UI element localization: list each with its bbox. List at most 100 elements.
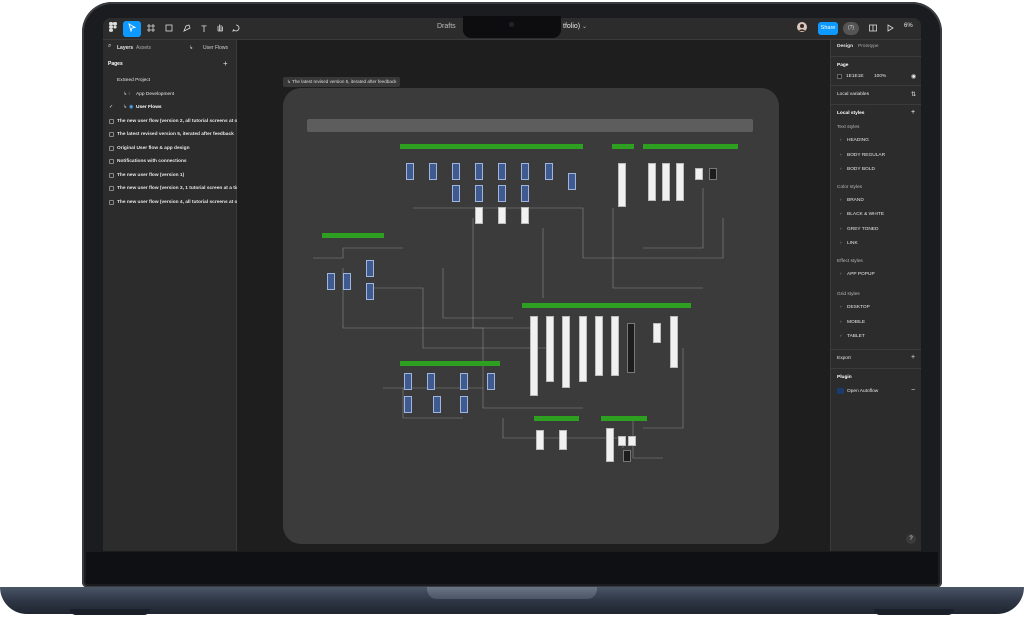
user-avatar-badge[interactable]: (?) [843, 22, 859, 35]
plugin-row[interactable]: Open Autoflow − [831, 385, 921, 399]
screen-thumbnail[interactable] [460, 373, 468, 390]
section-header-bar[interactable] [534, 416, 579, 421]
section-header-bar[interactable] [400, 361, 500, 366]
board-description-note[interactable] [307, 119, 753, 132]
screen-thumbnail[interactable] [404, 396, 412, 413]
screen-thumbnail[interactable] [429, 163, 437, 180]
style-item[interactable]: › BODY BOLD [831, 163, 921, 178]
screen-thumbnail[interactable] [521, 163, 529, 180]
screen-thumbnail[interactable] [460, 396, 468, 413]
page-item[interactable]: The new user flow (version 1) [103, 169, 236, 183]
screen-thumbnail[interactable] [648, 163, 656, 201]
screen-thumbnail[interactable] [427, 373, 435, 390]
screen-thumbnail[interactable] [366, 260, 374, 277]
hand-tool-icon[interactable] [214, 21, 226, 37]
section-header-bar[interactable] [522, 303, 691, 308]
screen-thumbnail[interactable] [327, 273, 335, 290]
section-header-bar[interactable] [601, 416, 647, 421]
screen-thumbnail[interactable] [498, 207, 506, 224]
eye-icon[interactable]: ◉ [911, 73, 916, 80]
screen-thumbnail[interactable] [662, 163, 670, 201]
screen-thumbnail[interactable] [343, 273, 351, 290]
style-item[interactable]: › APP POPUP [831, 268, 921, 283]
move-tool-icon[interactable] [123, 21, 141, 37]
share-button[interactable]: Share [818, 22, 838, 35]
add-style-icon[interactable]: + [911, 109, 915, 116]
screen-thumbnail[interactable] [606, 428, 614, 462]
screen-thumbnail[interactable] [545, 163, 553, 180]
screen-thumbnail[interactable] [530, 316, 538, 396]
screen-thumbnail[interactable] [559, 430, 567, 450]
frame-tool-icon[interactable] [144, 21, 158, 37]
screen-thumbnail[interactable] [676, 163, 684, 201]
screen-thumbnail[interactable] [487, 373, 495, 390]
local-variables-row[interactable]: Local variables ⇅ [831, 88, 921, 102]
page-item-selected[interactable]: ✓ ↳ ◉ User Flows [103, 101, 236, 115]
screen-thumbnail[interactable] [498, 185, 506, 202]
design-canvas[interactable]: ↳ The latest revised version 5, iterated… [237, 40, 830, 551]
page-item[interactable]: ExSeed Project [103, 74, 236, 88]
screen-thumbnail[interactable] [406, 163, 414, 180]
chevron-down-icon[interactable]: ⌄ [582, 23, 587, 30]
screen-thumbnail[interactable] [452, 185, 460, 202]
shape-tool-icon[interactable] [162, 21, 176, 37]
tab-layers[interactable]: Layers [117, 45, 133, 51]
style-item[interactable]: › MOBILE [831, 316, 921, 331]
screen-thumbnail[interactable] [579, 316, 587, 382]
screen-thumbnail[interactable] [562, 316, 570, 388]
screen-thumbnail[interactable] [627, 323, 635, 373]
section-header-bar[interactable] [322, 233, 384, 238]
present-icon[interactable] [884, 21, 896, 37]
screen-thumbnail[interactable] [628, 436, 636, 446]
tab-assets[interactable]: Assets [136, 45, 151, 51]
style-item[interactable]: › LINK [831, 237, 921, 252]
page-item[interactable]: The new user flow (version 2, all tutori… [103, 115, 244, 129]
screen-thumbnail[interactable] [366, 283, 374, 300]
style-item[interactable]: › TABLET [831, 330, 921, 345]
figma-menu-icon[interactable] [106, 21, 120, 37]
screen-thumbnail[interactable] [623, 450, 631, 462]
screen-thumbnail[interactable] [536, 430, 544, 450]
style-item[interactable]: › DESKTOP [831, 301, 921, 316]
add-page-icon[interactable]: + [223, 59, 228, 68]
page-selector[interactable]: User Flows [203, 45, 228, 51]
remove-plugin-icon[interactable]: − [911, 387, 915, 394]
page-item[interactable]: Original User flow & app design [103, 142, 236, 156]
screen-thumbnail[interactable] [498, 163, 506, 180]
screen-thumbnail[interactable] [695, 168, 703, 180]
screen-thumbnail[interactable] [595, 316, 603, 376]
tab-prototype[interactable]: Prototype [858, 44, 879, 49]
screen-thumbnail[interactable] [475, 163, 483, 180]
page-item[interactable]: The new user flow (version 3, 1 tutorial… [103, 182, 244, 196]
page-item[interactable]: The new user flow (version 4, all tutori… [103, 196, 244, 210]
library-icon[interactable] [867, 21, 879, 37]
section-header-bar[interactable] [643, 144, 738, 149]
screen-thumbnail[interactable] [433, 396, 441, 413]
frame-label[interactable]: ↳ The latest revised version 5, iterated… [283, 77, 401, 87]
screen-thumbnail[interactable] [618, 436, 626, 446]
screen-thumbnail[interactable] [653, 323, 661, 343]
style-item[interactable]: › HEADING [831, 134, 921, 149]
tab-design[interactable]: Design [837, 44, 853, 49]
screen-thumbnail[interactable] [611, 316, 619, 376]
page-item[interactable]: ↳ ⁝ App Development [103, 88, 236, 102]
screen-thumbnail[interactable] [475, 185, 483, 202]
comment-tool-icon[interactable] [230, 21, 242, 37]
export-row[interactable]: Export + [831, 352, 921, 366]
screen-thumbnail[interactable] [618, 163, 626, 207]
page-item[interactable]: Notifications with connections [103, 155, 236, 169]
color-swatch[interactable] [837, 74, 842, 79]
screen-thumbnail[interactable] [709, 168, 717, 180]
style-item[interactable]: › BODY REGULAR [831, 149, 921, 164]
screen-thumbnail[interactable] [546, 316, 554, 382]
screen-thumbnail[interactable] [475, 207, 483, 224]
page-color-row[interactable]: 1E1E1E 100% ◉ [831, 71, 921, 83]
avatar[interactable] [796, 21, 808, 37]
screen-thumbnail[interactable] [452, 163, 460, 180]
style-item[interactable]: › BRAND [831, 194, 921, 209]
help-button[interactable]: ? [906, 534, 916, 544]
screen-thumbnail[interactable] [568, 173, 576, 190]
zoom-level[interactable]: 6% [904, 23, 913, 29]
add-export-icon[interactable]: + [911, 354, 915, 361]
text-tool-icon[interactable]: T [198, 21, 210, 37]
